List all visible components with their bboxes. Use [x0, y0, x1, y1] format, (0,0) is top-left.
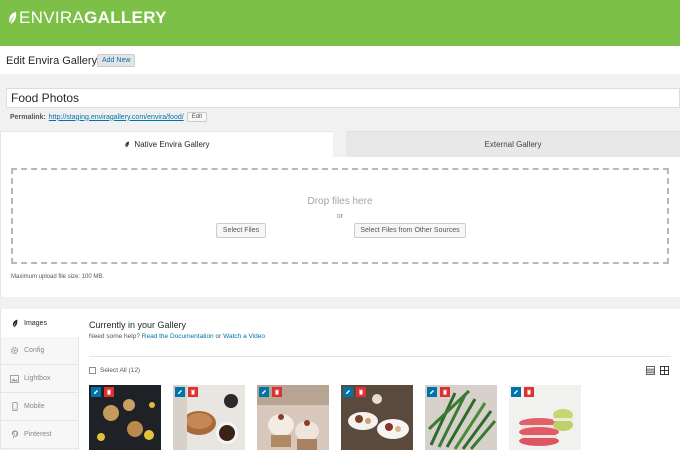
gallery-thumbnail[interactable] [257, 385, 329, 450]
gallery-thumbnail[interactable] [509, 385, 581, 450]
sidebar-item-label: Mobile [24, 403, 45, 410]
help-text: Need some help? Read the Documentation o… [89, 333, 265, 340]
gallery-heading: Currently in your Gallery [89, 320, 187, 330]
help-or: or [215, 333, 222, 340]
envira-logo[interactable]: ENVIRAGALLERY [8, 9, 167, 27]
list-view-icon[interactable] [646, 366, 655, 375]
source-tabs: Native Envira Gallery External Gallery [0, 131, 680, 157]
delete-icon[interactable] [272, 387, 282, 397]
settings-sidebar: Images Config Lightbox Mobile Pinterest [1, 309, 79, 450]
add-new-button[interactable]: Add New [97, 54, 136, 67]
edit-icon[interactable] [175, 387, 185, 397]
sidebar-item-lightbox[interactable]: Lightbox [1, 365, 79, 393]
tab-label: Native Envira Gallery [134, 140, 210, 149]
page-header: Edit Envira Gallery Add New [0, 46, 680, 74]
uploader-panel: Drop files here or Select Files Select F… [0, 157, 680, 297]
select-other-sources-button[interactable]: Select Files from Other Sources [354, 223, 466, 238]
permalink-row: Permalink: http://staging.enviragallery.… [10, 111, 208, 123]
gallery-title-input[interactable]: Food Photos [6, 88, 680, 108]
gallery-thumbnail[interactable] [341, 385, 413, 450]
or-text: or [336, 213, 344, 220]
logo-text: ENVIRAGALLERY [19, 8, 167, 27]
edit-icon[interactable] [511, 387, 521, 397]
pinterest-icon [10, 430, 19, 439]
sidebar-item-mobile[interactable]: Mobile [1, 393, 79, 421]
select-all-checkbox[interactable] [89, 367, 96, 374]
drop-files-text: Drop files here [307, 196, 373, 207]
delete-icon[interactable] [356, 387, 366, 397]
gallery-thumbnail[interactable] [173, 385, 245, 450]
gallery-thumbnail[interactable] [425, 385, 497, 450]
sidebar-item-pinterest[interactable]: Pinterest [1, 421, 79, 449]
drop-zone[interactable]: Drop files here or Select Files Select F… [11, 168, 669, 264]
tab-native-envira-gallery[interactable]: Native Envira Gallery [0, 131, 333, 157]
watch-video-link[interactable]: Watch a Video [223, 333, 265, 340]
gear-icon [10, 346, 19, 355]
sidebar-item-images[interactable]: Images [1, 309, 79, 337]
sidebar-item-label: Pinterest [24, 431, 52, 438]
edit-icon[interactable] [427, 387, 437, 397]
gallery-panel: Images Config Lightbox Mobile Pinterest [0, 309, 680, 450]
delete-icon[interactable] [524, 387, 534, 397]
delete-icon[interactable] [440, 387, 450, 397]
divider [89, 356, 671, 357]
documentation-link[interactable]: Read the Documentation [142, 333, 214, 340]
leaf-icon [9, 11, 17, 25]
sidebar-item-config[interactable]: Config [1, 337, 79, 365]
select-files-button[interactable]: Select Files [216, 223, 266, 238]
select-all-label: Select All (12) [100, 367, 141, 374]
mobile-icon [10, 402, 19, 411]
permalink-link[interactable]: http://staging.enviragallery.com/envira/… [49, 114, 184, 121]
tab-label: External Gallery [484, 140, 542, 149]
sidebar-item-label: Config [24, 347, 45, 354]
image-icon [10, 374, 19, 383]
delete-icon[interactable] [104, 387, 114, 397]
max-upload-size-text: Maximum upload file size: 100 MB. [11, 274, 105, 280]
permalink-label: Permalink: [10, 113, 46, 121]
tab-external-gallery[interactable]: External Gallery [346, 131, 680, 157]
top-bar: ENVIRAGALLERY [0, 0, 680, 46]
leaf-icon [10, 319, 19, 328]
delete-icon[interactable] [188, 387, 198, 397]
permalink-edit-button[interactable]: Edit [186, 112, 208, 122]
grid-view-icon[interactable] [660, 366, 669, 375]
edit-icon[interactable] [259, 387, 269, 397]
select-all-row[interactable]: Select All (12) [89, 367, 140, 374]
page-title: Edit Envira Gallery [6, 55, 98, 67]
gallery-thumbnail[interactable] [89, 385, 161, 450]
edit-icon[interactable] [343, 387, 353, 397]
sidebar-item-label: Lightbox [24, 375, 51, 382]
edit-icon[interactable] [91, 387, 101, 397]
help-prefix: Need some help? [89, 333, 140, 340]
sidebar-item-label: Images [24, 319, 47, 327]
leaf-icon [125, 141, 130, 148]
